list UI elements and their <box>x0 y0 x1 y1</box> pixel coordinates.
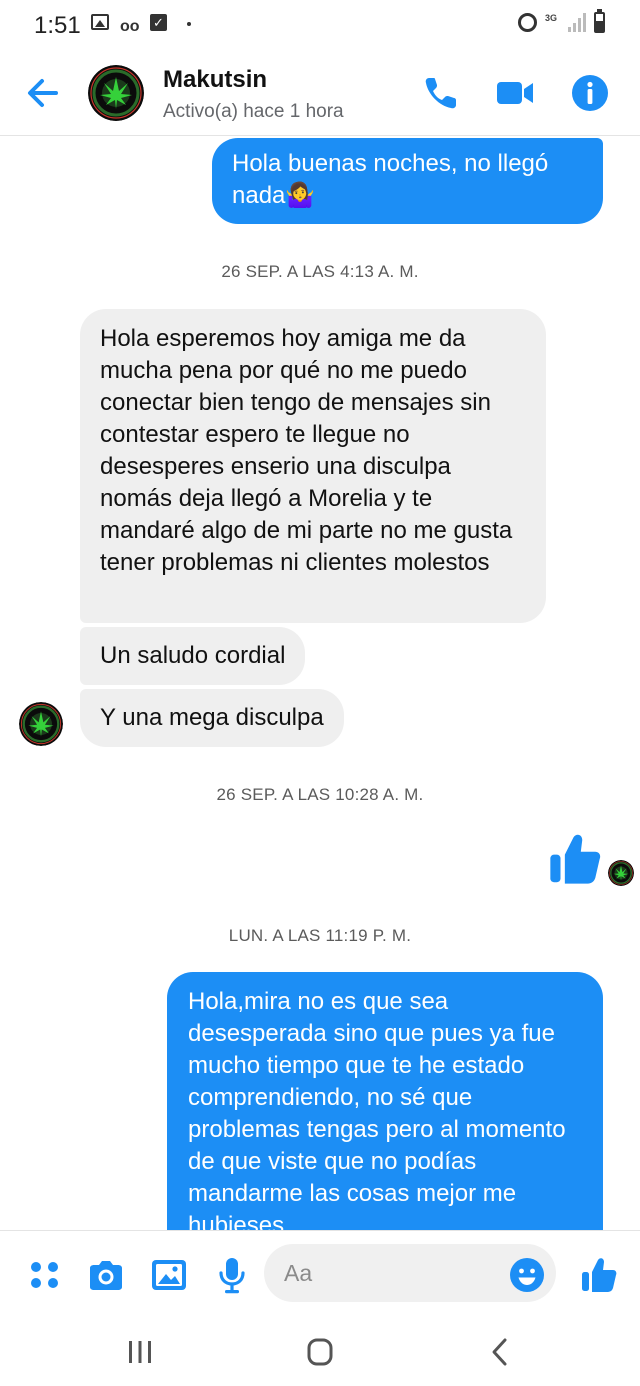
back-arrow-icon[interactable] <box>22 72 64 114</box>
signal-icon <box>568 13 586 32</box>
message-clip: Hola,mira no es que sea desesperada sino… <box>0 972 640 1230</box>
microphone-icon[interactable] <box>212 1255 252 1295</box>
read-receipt-avatar <box>608 860 634 886</box>
emoji-icon[interactable] <box>509 1257 545 1293</box>
video-camera-icon[interactable] <box>494 72 536 114</box>
status-time: 1:51 <box>34 12 81 39</box>
thumbs-up-icon[interactable] <box>579 1255 619 1295</box>
gallery-notification-icon <box>91 14 109 30</box>
back-icon[interactable] <box>478 1332 522 1372</box>
recents-icon[interactable] <box>118 1332 162 1372</box>
message-timestamp: LUN. A LAS 11:19 P. M. <box>228 926 412 945</box>
more-notifications-dot-icon <box>187 22 191 26</box>
contact-avatar[interactable] <box>19 702 63 746</box>
alarm-icon <box>518 13 537 32</box>
battery-icon <box>594 9 605 33</box>
info-icon[interactable] <box>569 72 611 114</box>
checkbox-notification-icon: ✓ <box>150 14 167 31</box>
camera-icon[interactable] <box>86 1255 126 1295</box>
network-type-label: 3G <box>545 13 558 23</box>
phone-icon[interactable] <box>420 72 462 114</box>
incoming-message[interactable]: Un saludo cordial <box>80 627 306 685</box>
contact-name[interactable]: Makutsin <box>163 66 267 94</box>
message-composer <box>0 1230 640 1320</box>
contact-avatar[interactable] <box>88 65 144 121</box>
apps-grid-icon[interactable] <box>25 1255 65 1295</box>
message-timestamp: 26 SEP. A LAS 4:13 A. M. <box>221 262 419 281</box>
outgoing-message[interactable]: Hola,mira no es que sea desesperada sino… <box>167 972 603 1230</box>
conversation-header: Makutsin Activo(a) hace 1 hora <box>0 50 640 136</box>
thumbs-up-icon[interactable] <box>546 830 604 888</box>
voicemail-icon: oo <box>120 18 140 35</box>
contact-active-status: Activo(a) hace 1 hora <box>163 101 344 122</box>
incoming-message[interactable]: Hola esperemos hoy amiga me da mucha pen… <box>80 309 546 623</box>
incoming-message[interactable]: Y una mega disculpa <box>80 689 344 747</box>
home-icon[interactable] <box>298 1332 342 1372</box>
system-navigation-bar <box>0 1320 640 1386</box>
outgoing-message[interactable]: Hola buenas noches, no llegó nada🤷‍♀️ <box>212 138 603 224</box>
status-bar: 1:51 oo ✓ 3G <box>0 0 640 50</box>
message-timestamp: 26 SEP. A LAS 10:28 A. M. <box>216 785 424 804</box>
gallery-icon[interactable] <box>149 1255 189 1295</box>
